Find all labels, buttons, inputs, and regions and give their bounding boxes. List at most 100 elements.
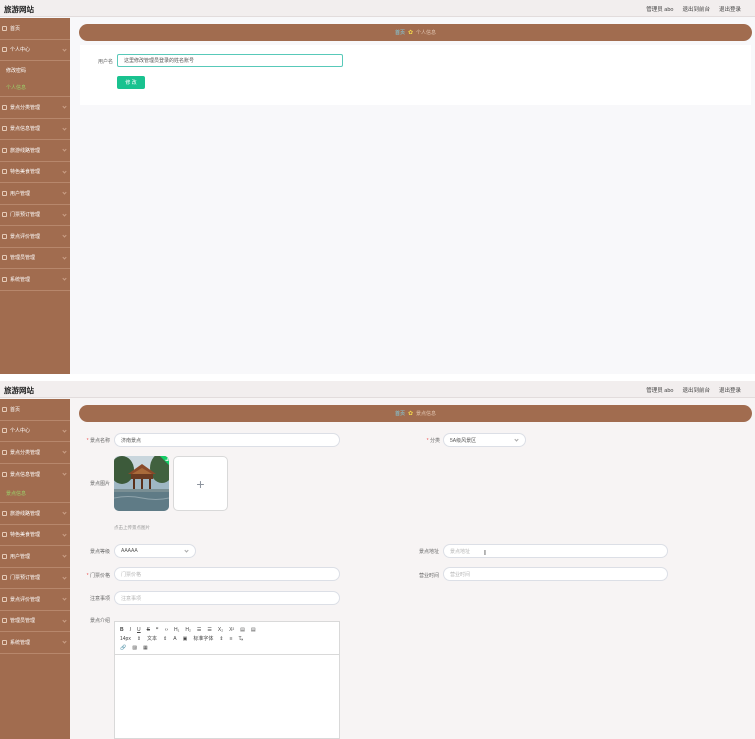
sidebar-item-reviews[interactable]: 景点评价管理 [0,226,70,248]
font-family-select-arrow-icon: ⇕ [219,635,224,642]
heading-select[interactable]: 文本 [147,635,157,642]
sidebar-item-reviews[interactable]: 景点评价管理 [0,589,70,611]
align-icon[interactable]: ≡ [230,636,233,642]
sidebar-item-admins[interactable]: 管理员管理 [0,611,70,632]
grid-icon [2,212,7,218]
image-icon[interactable]: ▨ [132,645,137,651]
grid-icon [2,532,7,538]
text-cursor-icon: I [484,550,486,557]
editor-toolbar-row: 14px ⇕ 文本 ⇕ A ▣ 标准字体 ⇕ ≡ T̶ₓ [120,634,334,643]
indent-icon[interactable]: ▤ [251,627,256,633]
sidebar-item-system[interactable]: 系统管理 [0,632,70,654]
breadcrumb-home[interactable]: 首页 [395,410,405,417]
ordered-list-icon[interactable]: ☰ [197,627,201,633]
subscript-icon[interactable]: X₂ [218,627,223,633]
grid-icon [2,255,7,261]
sidebar-item-food[interactable]: 特色美食管理 [0,525,70,546]
top-links: 管理员 abo 退出到前台 退出登录 [646,5,741,13]
editor-content-area[interactable] [115,655,339,739]
grid-icon [2,471,7,477]
sidebar-item-admins[interactable]: 管理员管理 [0,248,70,269]
superscript-icon[interactable]: X² [229,627,234,633]
user-icon [2,47,7,53]
bold-icon[interactable]: B [120,627,124,633]
sidebar-subitem-change-password[interactable]: 修改密码 [0,61,70,79]
sidebar-item-tickets[interactable]: 门票预订管理 [0,205,70,226]
logout-link[interactable]: 退出登录 [719,386,741,394]
ticket-price-input[interactable]: 门票价格 [114,567,340,581]
spot-image-label: 景点图片 [89,481,110,487]
chevron-down-icon [62,276,67,281]
code-icon[interactable]: ‹› [165,627,168,633]
sidebar-item-home[interactable]: 首页 [0,18,70,40]
category-select[interactable]: 5A级风景区 [443,433,526,447]
chevron-down-icon [62,190,67,195]
link-icon[interactable]: 🔗 [120,645,126,651]
chevron-down-icon [62,617,67,623]
grid-icon [2,639,7,645]
heading-select-arrow-icon: ⇕ [163,635,168,642]
chevron-down-icon [514,437,519,442]
outdent-icon[interactable]: ▤ [240,627,245,633]
sidebar-item-routes[interactable]: 旅游线路管理 [0,140,70,162]
top-bar: 旅游网站 管理员 abo 退出到前台 退出登录 [0,381,755,398]
sidebar-subitem-spot-info[interactable]: 景点信息 [0,485,70,503]
notes-input[interactable]: 注意事项 [114,591,340,605]
grid-icon [2,553,7,559]
username-input[interactable]: 这里修改管理员登录的姓名账号 [117,54,343,67]
sidebar-item-category[interactable]: 景点分类管理 [0,442,70,464]
font-size-select[interactable]: 14px [120,636,131,642]
address-input[interactable]: 景点地址 [443,544,668,558]
rich-text-editor[interactable]: B I U S ❞ ‹› H₁ H₂ ☰ ☰ X₂ X² ▤ ▤ 14px ⇕ … [114,621,340,739]
goto-frontend-link[interactable]: 退出到前台 [682,5,710,13]
sidebar-item-users[interactable]: 用户管理 [0,546,70,568]
sidebar-item-home[interactable]: 首页 [0,399,70,421]
chevron-down-icon [62,254,67,260]
sidebar-item-personal-center[interactable]: 个人中心 [0,421,70,442]
level-select[interactable]: AAAAA [114,544,196,558]
sidebar-item-system[interactable]: 系统管理 [0,269,70,291]
background-color-icon[interactable]: ▣ [183,636,188,642]
image-upload-button[interactable]: + [173,456,228,511]
spot-name-input[interactable]: 济南景点 [114,433,340,447]
sidebar-item-routes[interactable]: 旅游线路管理 [0,503,70,525]
grid-icon [2,510,7,516]
h2-icon[interactable]: H₂ [185,627,191,633]
grid-icon [2,276,7,282]
sidebar-item-category[interactable]: 景点分类管理 [0,97,70,119]
quote-icon[interactable]: ❞ [156,627,159,633]
grid-icon [2,575,7,581]
sidebar-item-food[interactable]: 特色美食管理 [0,162,70,183]
breadcrumb-home[interactable]: 首页 [395,29,405,36]
font-color-icon[interactable]: A [173,636,176,642]
italic-icon[interactable]: I [130,627,131,633]
grid-icon [2,104,7,110]
clear-format-icon[interactable]: T̶ₓ [238,636,243,642]
user-label: 管理员 abo [646,388,674,394]
home-icon [2,25,7,31]
opening-hours-input[interactable]: 营业时间 [443,567,668,581]
h1-icon[interactable]: H₁ [174,627,179,633]
logout-link[interactable]: 退出登录 [719,5,741,13]
sidebar-item-users[interactable]: 用户管理 [0,183,70,205]
strike-icon[interactable]: S [147,627,150,633]
spot-image-thumbnail[interactable] [114,456,169,511]
goto-frontend-link[interactable]: 退出到前台 [682,386,710,394]
update-button[interactable]: 修 改 [117,76,145,89]
sidebar-item-spots[interactable]: 景点信息管理 [0,119,70,140]
font-size-select-arrow-icon: ⇕ [136,635,142,642]
user-label: 管理员 abo [646,7,674,13]
chevron-down-icon [62,449,67,454]
sidebar-item-personal-center[interactable]: 个人中心 [0,40,70,61]
video-icon[interactable]: ▦ [143,645,148,651]
sidebar-item-tickets[interactable]: 门票预订管理 [0,568,70,589]
sidebar-item-spots[interactable]: 景点信息管理 [0,464,70,486]
address-label: 景点地址 [418,549,439,555]
underline-icon[interactable]: U [137,627,141,633]
chevron-down-icon [62,125,67,131]
bullet-list-icon[interactable]: ☰ [207,627,211,633]
font-family-select[interactable]: 标准字体 [193,635,213,642]
app-logo-title: 旅游网站 [4,5,34,14]
sidebar-subitem-personal-info[interactable]: 个人信息 [0,79,70,97]
sidebar: 首页 个人中心 景点分类管理 景点信息管理 景点信息 旅游线路管理 特色美食管理… [0,399,70,739]
